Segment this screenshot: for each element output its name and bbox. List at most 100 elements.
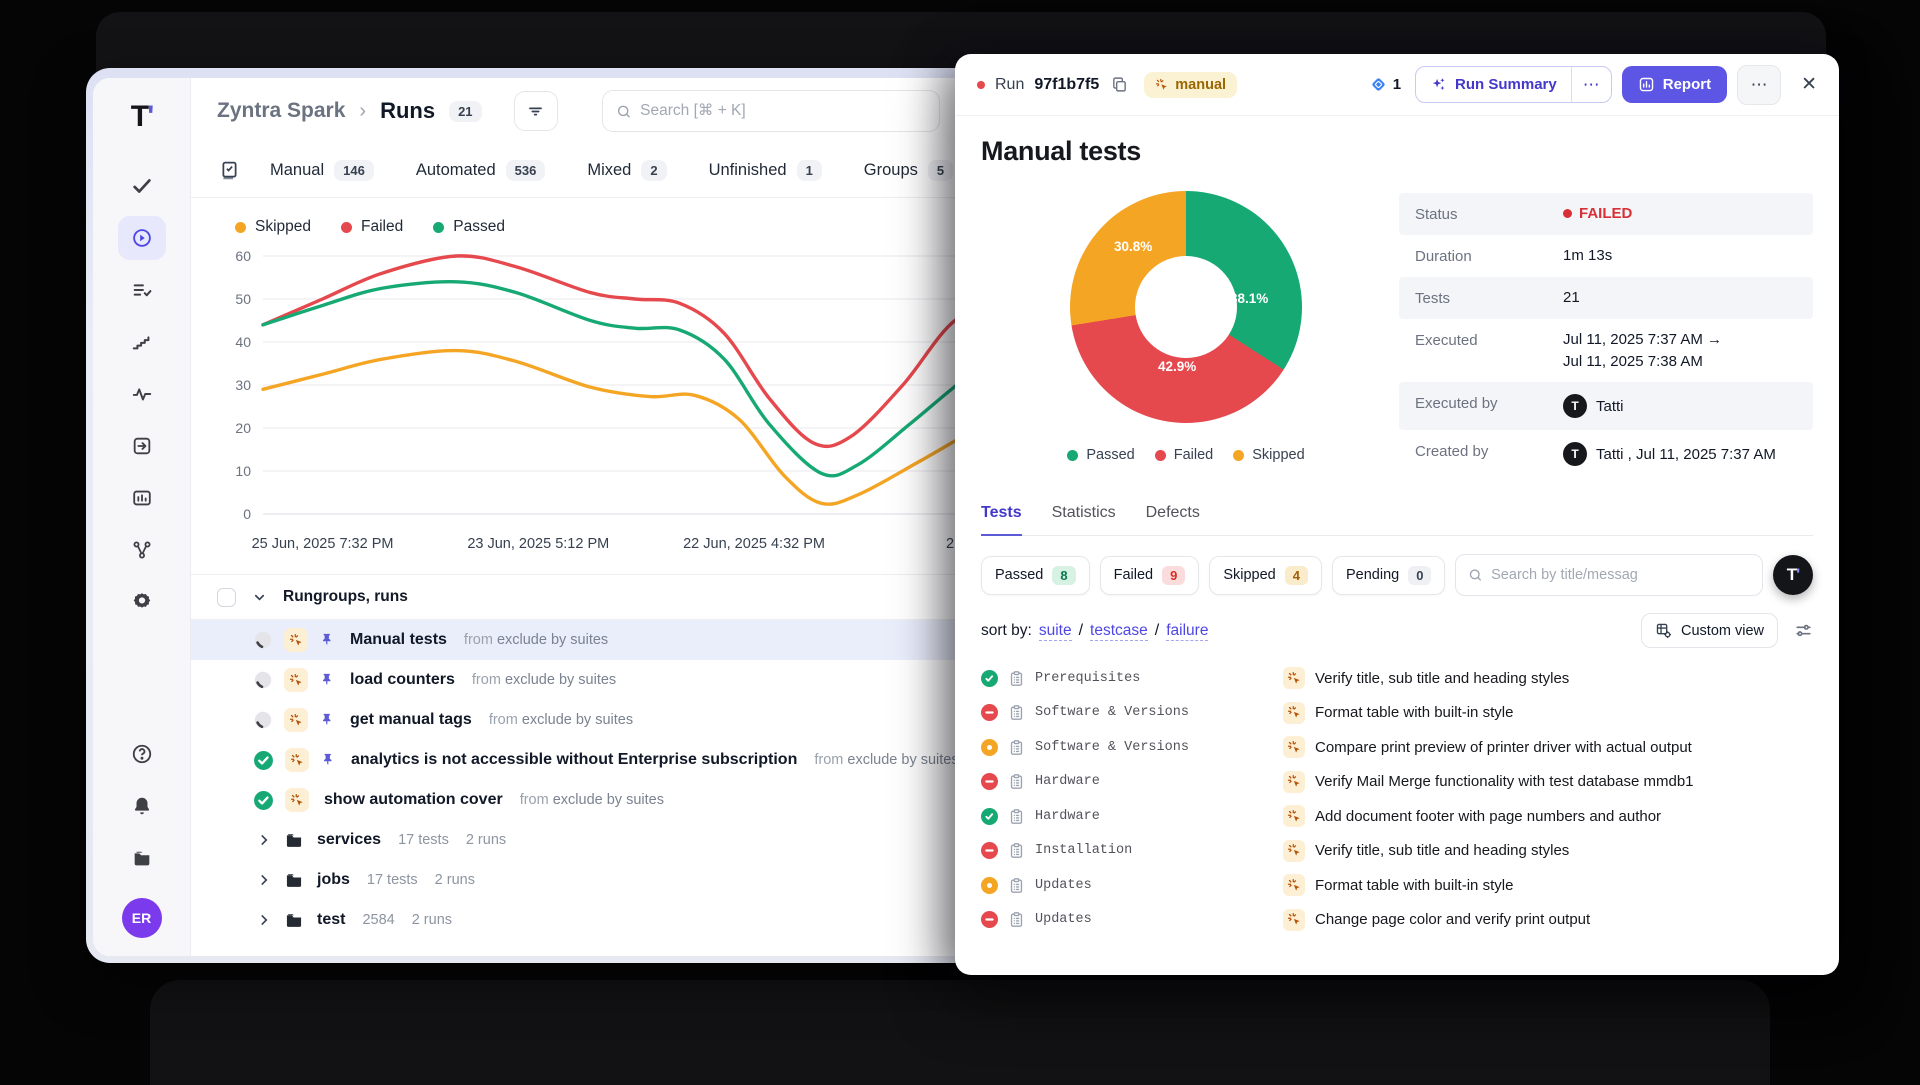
filter-skipped[interactable]: Skipped4 <box>1209 556 1322 595</box>
test-suite-icon <box>1008 670 1025 687</box>
chevron-right-icon[interactable] <box>257 913 271 927</box>
sort-by-testcase[interactable]: testcase <box>1090 622 1148 641</box>
suite-name: Hardware <box>1035 809 1100 824</box>
run-name: analytics is not accessible without Ente… <box>351 751 797 769</box>
sliders-icon[interactable] <box>1794 621 1813 640</box>
filter-failed[interactable]: Failed9 <box>1100 556 1200 595</box>
run-summary-more-button[interactable]: ⋯ <box>1571 67 1611 102</box>
sidebar-item-plans[interactable] <box>118 268 166 312</box>
tests-search[interactable] <box>1455 554 1763 596</box>
chevron-right-icon[interactable] <box>257 833 271 847</box>
sidebar-item-analytics[interactable] <box>118 476 166 520</box>
run-id: 97f1b7f5 <box>1034 76 1099 94</box>
svg-text:60: 60 <box>235 248 251 264</box>
legend-passed[interactable]: Passed <box>433 218 505 236</box>
test-row[interactable]: Software & VersionsFormat table with bui… <box>981 696 1813 731</box>
pin-icon <box>319 712 335 728</box>
chevron-down-icon[interactable] <box>252 590 267 605</box>
pin-icon <box>319 632 335 648</box>
select-all-checkbox[interactable] <box>217 588 236 607</box>
import-icon <box>131 435 153 457</box>
folder-tests-count: 17 tests <box>367 872 418 888</box>
report-button[interactable]: Report <box>1622 66 1727 103</box>
help-icon[interactable] <box>118 732 166 776</box>
filter-pending[interactable]: Pending0 <box>1332 556 1445 595</box>
donut-legend-failed[interactable]: Failed <box>1155 447 1214 463</box>
search-input[interactable] <box>640 102 925 120</box>
run-source: from exclude by suites <box>520 792 664 808</box>
manual-test-icon <box>1283 736 1305 758</box>
tab-unfinished[interactable]: Unfinished1 <box>709 160 822 181</box>
app-logo[interactable]: T' <box>131 100 152 134</box>
manual-type-icon <box>285 748 309 772</box>
suite-name: Software & Versions <box>1035 740 1189 755</box>
legend-skipped[interactable]: Skipped <box>235 218 311 236</box>
tests-search-input[interactable] <box>1491 567 1750 583</box>
filter-button[interactable] <box>514 91 558 131</box>
sidebar-item-runs[interactable] <box>118 216 166 260</box>
copy-icon[interactable] <box>1111 76 1128 93</box>
test-row[interactable]: UpdatesFormat table with built-in style <box>981 868 1813 903</box>
suite-name: Hardware <box>1035 774 1100 789</box>
donut-legend-skipped[interactable]: Skipped <box>1233 447 1304 463</box>
run-summary-button[interactable]: Run Summary <box>1416 67 1571 102</box>
tab-manual[interactable]: Manual146 <box>270 160 374 181</box>
test-row[interactable]: Software & VersionsCompare print preview… <box>981 730 1813 765</box>
avatar: T <box>1563 442 1587 466</box>
bell-icon[interactable] <box>118 784 166 828</box>
run-source: from exclude by suites <box>472 672 616 688</box>
sidebar-item-tests[interactable] <box>118 164 166 208</box>
tab-groups[interactable]: Groups5 <box>864 160 953 181</box>
legend-failed[interactable]: Failed <box>341 218 403 236</box>
test-row[interactable]: InstallationVerify title, sub title and … <box>981 834 1813 869</box>
close-icon[interactable]: ✕ <box>1801 73 1817 96</box>
run-details-drawer: Run 97f1b7f5 manual 1 Run Summary ⋯ <box>955 54 1839 975</box>
gem-counter[interactable]: 1 <box>1370 76 1401 93</box>
manual-type-badge[interactable]: manual <box>1144 72 1237 98</box>
sidebar-item-import[interactable] <box>118 424 166 468</box>
sidebar-item-branches[interactable] <box>118 528 166 572</box>
test-suite-icon <box>1008 773 1025 790</box>
sidebar-item-milestones[interactable] <box>118 320 166 364</box>
test-row[interactable]: HardwareAdd document footer with page nu… <box>981 799 1813 834</box>
passed-status-icon <box>253 750 274 771</box>
user-avatar[interactable]: ER <box>122 898 162 938</box>
run-source: from exclude by suites <box>489 712 633 728</box>
filter-count: 0 <box>1408 566 1431 585</box>
drawer-tabs: Tests Statistics Defects <box>981 504 1813 536</box>
folder-name: test <box>317 911 345 929</box>
pin-icon <box>320 752 336 768</box>
drawer-tab-tests[interactable]: Tests <box>981 504 1022 536</box>
custom-view-button[interactable]: Custom view <box>1641 613 1778 648</box>
drawer-tab-defects[interactable]: Defects <box>1146 504 1200 535</box>
projects-folder-icon[interactable] <box>118 836 166 880</box>
donut-failed-label: 42.9% <box>1158 359 1196 374</box>
tab-mixed[interactable]: Mixed2 <box>587 160 666 181</box>
manual-type-icon <box>284 668 308 692</box>
checklist-icon[interactable] <box>219 160 240 181</box>
test-row[interactable]: PrerequisitesVerify title, sub title and… <box>981 661 1813 696</box>
tab-automated[interactable]: Automated536 <box>416 160 546 181</box>
status-row-duration: Duration1m 13s <box>1399 235 1813 277</box>
more-options-button[interactable]: ⋯ <box>1737 65 1781 105</box>
run-status-table: StatusFAILEDDuration1m 13sTests21Execute… <box>1399 193 1813 478</box>
suite-name: Updates <box>1035 878 1092 893</box>
donut-legend-passed[interactable]: Passed <box>1067 447 1134 463</box>
global-search[interactable] <box>602 90 940 132</box>
breadcrumb-project[interactable]: Zyntra Spark <box>217 99 345 123</box>
search-icon <box>1468 567 1483 583</box>
filter-passed[interactable]: Passed8 <box>981 556 1090 595</box>
sort-by-failure[interactable]: failure <box>1166 622 1208 641</box>
manual-test-icon <box>1283 771 1305 793</box>
sort-by-suite[interactable]: suite <box>1039 622 1072 641</box>
test-row[interactable]: UpdatesChange page color and verify prin… <box>981 903 1813 938</box>
suite-name: Prerequisites <box>1035 671 1140 686</box>
report-chart-icon <box>1638 76 1655 93</box>
drawer-tab-statistics[interactable]: Statistics <box>1052 504 1116 535</box>
sidebar-item-pulse[interactable] <box>118 372 166 416</box>
sidebar-item-settings[interactable] <box>118 580 166 624</box>
tab-count: 1 <box>797 160 822 181</box>
chevron-right-icon[interactable] <box>257 873 271 887</box>
assistant-avatar[interactable]: T' <box>1773 555 1813 595</box>
test-row[interactable]: HardwareVerify Mail Merge functionality … <box>981 765 1813 800</box>
